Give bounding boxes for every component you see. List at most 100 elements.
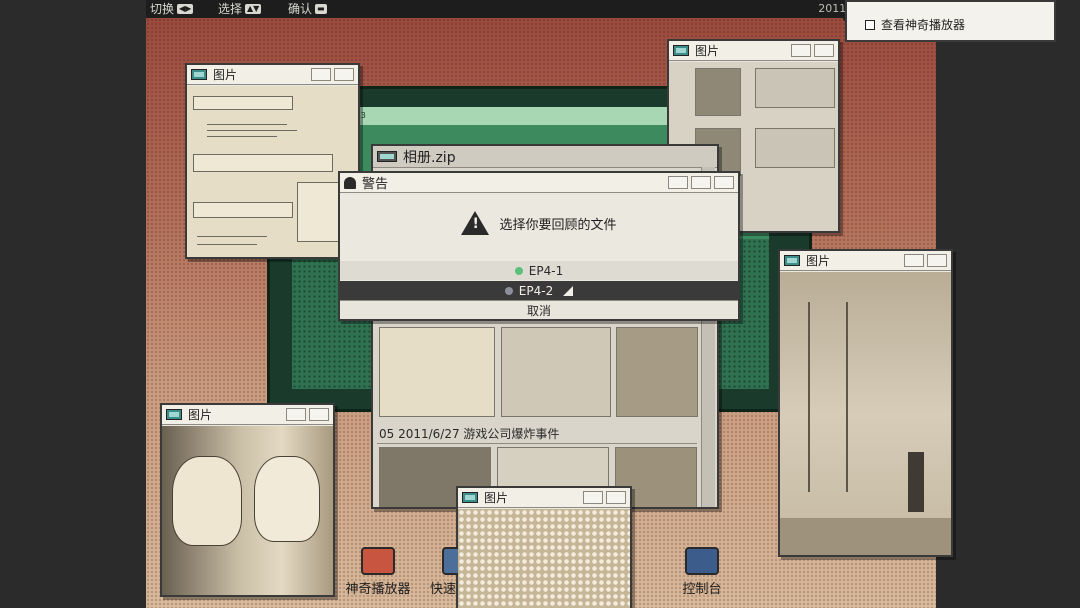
photo-window-portrait[interactable]: 图片 — [160, 403, 335, 597]
desktop-icon-quick[interactable]: 快速 — [414, 547, 458, 597]
zip-folder-icon — [377, 151, 397, 162]
close-button[interactable] — [309, 408, 329, 421]
album-titlebar[interactable]: 相册.zip — [373, 146, 717, 168]
option-label: EP4-1 — [528, 263, 564, 278]
minimize-button[interactable] — [583, 491, 603, 504]
album-entry-label[interactable]: 05 2011/6/27 游戏公司爆炸事件 — [379, 425, 559, 442]
photo-window-titlebar[interactable]: 图片 — [780, 251, 951, 271]
desktop-icon-label: 快速 — [430, 582, 457, 597]
sketch-text-line — [197, 244, 257, 245]
photo-window-titlebar[interactable]: 图片 — [458, 488, 630, 508]
photo-window-sketch[interactable]: 图片 — [185, 63, 360, 259]
sketch-text-line — [197, 236, 267, 237]
hint-select: 选择 ▲▼ — [218, 0, 262, 18]
image-icon — [462, 492, 478, 503]
close-button[interactable] — [927, 254, 947, 267]
image-icon — [784, 255, 800, 266]
scene-image — [780, 272, 951, 555]
up-down-keys-icon: ▲▼ — [245, 4, 262, 14]
photo-window-title: 图片 — [806, 254, 831, 268]
control-hint-bar: 切换 ◀▶ 选择 ▲▼ 确认 ▬ 2011/ — [146, 0, 936, 18]
album-title: 相册.zip — [403, 149, 456, 166]
selection-cursor-icon — [563, 285, 574, 296]
sketch-image — [187, 86, 358, 257]
portrait-face-right — [254, 456, 320, 542]
desktop-icon-label: 神奇播放器 — [345, 582, 411, 597]
photo-window-title: 图片 — [213, 68, 238, 82]
photo-window-title: 图片 — [695, 44, 720, 58]
left-right-keys-icon: ◀▶ — [177, 4, 194, 14]
portrait-face-left — [172, 456, 242, 546]
dialog-message: 选择你要回顾的文件 — [499, 217, 617, 233]
sketch-shape — [193, 202, 293, 218]
confirm-key-icon: ▬ — [315, 4, 327, 14]
album-thumb-sketch[interactable] — [379, 327, 495, 417]
photo-window-titlebar[interactable]: 图片 — [669, 41, 838, 61]
warning-triangle-icon: ! — [461, 211, 490, 235]
hint-confirm: 确认 ▬ — [288, 0, 327, 18]
photo-window-scene[interactable]: 图片 — [778, 249, 953, 557]
game-screen: 切换 ◀▶ 选择 ▲▼ 确认 ▬ 2011/ 菜单 文件 选项 23 图片 — [0, 0, 1080, 608]
scissor-lift — [808, 302, 848, 492]
desktop-icon-player[interactable]: 神奇播放器 — [338, 547, 418, 597]
noise-image — [458, 509, 630, 608]
photo-window-noise[interactable]: 图片 — [456, 486, 632, 608]
desktop-icon-console[interactable]: 控制台 — [662, 547, 742, 597]
status-dot-icon — [504, 286, 513, 295]
checkbox-icon[interactable] — [865, 19, 875, 30]
menu-item-view-player[interactable]: 查看神奇播放器 — [865, 16, 965, 33]
image-icon — [673, 45, 689, 56]
hint-select-label: 选择 — [218, 2, 243, 16]
hint-switch: 切换 ◀▶ — [150, 0, 194, 18]
menu-item-label: 查看神奇播放器 — [881, 18, 966, 32]
warning-small-icon — [344, 176, 356, 189]
desktop-icon-label: 控制台 — [682, 582, 722, 597]
hint-switch-label: 切换 — [150, 2, 175, 16]
album-divider — [377, 443, 697, 444]
image-icon — [166, 409, 182, 420]
option-ep4-2[interactable]: EP4-2 — [340, 281, 738, 300]
photo-window-titlebar[interactable]: 图片 — [162, 405, 333, 425]
photo-window-title: 图片 — [188, 408, 213, 422]
hint-confirm-label: 确认 — [288, 2, 313, 16]
sketch-text-line — [207, 136, 277, 137]
image-icon — [191, 69, 207, 80]
status-dot-icon — [514, 266, 523, 275]
close-button[interactable] — [334, 68, 354, 81]
photo-window-titlebar[interactable]: 图片 — [187, 65, 358, 85]
sketch-shape — [193, 154, 333, 172]
scene-floor — [780, 518, 951, 555]
close-button[interactable] — [606, 491, 626, 504]
warning-mark: ! — [472, 216, 479, 232]
portrait-image — [162, 426, 333, 595]
cancel-label: 取消 — [526, 303, 551, 318]
sketch-text-line — [207, 124, 287, 125]
close-button[interactable] — [714, 176, 734, 189]
option-ep4-1[interactable]: EP4-1 — [340, 261, 738, 280]
dialog-title: 警告 — [362, 177, 389, 192]
film-player-icon — [361, 547, 395, 575]
gallery-thumb — [755, 128, 835, 168]
dialog-message-row: ! 选择你要回顾的文件 — [340, 211, 738, 235]
dialog-titlebar[interactable]: 警告 — [340, 173, 738, 193]
cancel-button[interactable]: 取消 — [340, 300, 738, 319]
console-figure-icon — [685, 547, 719, 575]
maximize-button[interactable] — [691, 176, 711, 189]
album-thumb-portrait[interactable] — [616, 327, 698, 417]
minimize-button[interactable] — [286, 408, 306, 421]
minimize-button[interactable] — [791, 44, 811, 57]
minimize-button[interactable] — [311, 68, 331, 81]
sketch-shape — [193, 96, 293, 110]
photo-window-title: 图片 — [484, 491, 509, 505]
gallery-thumb — [695, 68, 741, 116]
close-button[interactable] — [814, 44, 834, 57]
standing-figure — [908, 452, 924, 512]
album-thumb-gallery[interactable] — [501, 327, 611, 417]
quick-cloud-icon — [442, 547, 458, 575]
context-menu: 查看神奇播放器 — [845, 0, 1056, 42]
gallery-thumb — [755, 68, 835, 108]
warning-dialog[interactable]: 警告 ! 选择你要回顾的文件 EP4-1 EP4-2 取消 — [338, 171, 740, 321]
minimize-button[interactable] — [668, 176, 688, 189]
minimize-button[interactable] — [904, 254, 924, 267]
sketch-text-line — [207, 130, 297, 131]
